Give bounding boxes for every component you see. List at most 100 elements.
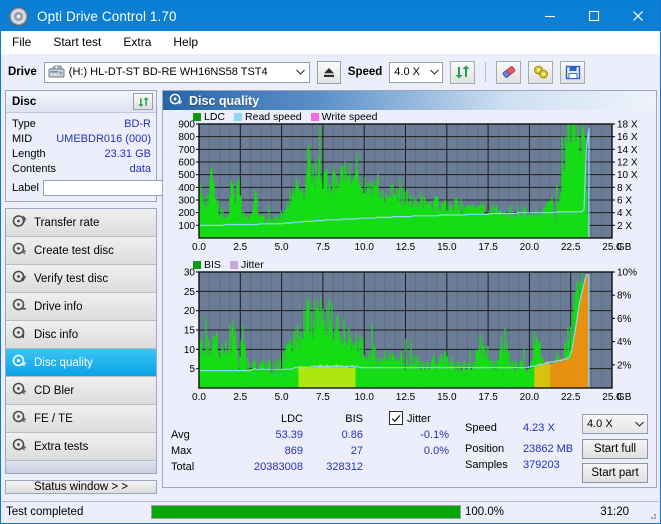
svg-text:25: 25 (184, 287, 196, 298)
sidebar-item-fe-te[interactable]: FE / TE (6, 405, 156, 433)
legend-label: LDC (204, 111, 226, 123)
drive-select[interactable]: (H:) HL-DT-ST BD-RE WH16NS58 TST4 (43, 61, 310, 83)
svg-text:10.0: 10.0 (354, 242, 374, 253)
refresh-icon (137, 96, 149, 107)
samples-stat-value: 379203 (523, 459, 560, 471)
ldc-chart-svg: 1002003004005006007008009002 X4 X6 X8 X1… (178, 120, 638, 254)
window-title: Opti Drive Control 1.70 (37, 8, 177, 24)
svg-text:8%: 8% (617, 291, 632, 302)
refresh-button[interactable] (450, 60, 476, 84)
svg-text:5.0: 5.0 (275, 392, 289, 403)
disc-quality-icon (169, 93, 183, 109)
sidebar-label: Create test disc (34, 244, 114, 257)
stats-max-ldc: 869 (284, 445, 303, 457)
disc-refresh-button[interactable] (133, 93, 153, 110)
sidebar-item-verify-test-disc[interactable]: Verify test disc (6, 265, 156, 293)
legend-swatch (310, 113, 319, 121)
svg-text:700: 700 (178, 145, 195, 156)
disc-quality-header: Disc quality (163, 91, 656, 110)
position-stat-value: 23862 MB (523, 443, 574, 455)
speed-label: Speed (347, 66, 383, 78)
legend-label: Read speed (245, 111, 302, 123)
cd-bler-icon (12, 382, 27, 399)
speed-stat-value: 4.23 X (523, 422, 555, 434)
svg-text:200: 200 (178, 208, 195, 219)
legend-label: BIS (204, 259, 221, 271)
result-speed-select[interactable]: 4.0 X (582, 414, 648, 434)
disc-row-contents: Contents data (12, 161, 151, 176)
start-part-button[interactable]: Start part (582, 463, 648, 483)
svg-text:7.5: 7.5 (316, 242, 330, 253)
save-button[interactable] (560, 60, 586, 84)
svg-text:0.0: 0.0 (192, 392, 206, 403)
svg-text:15.0: 15.0 (437, 392, 457, 403)
bulb-icon (533, 65, 548, 79)
speed-value: 4.0 X (394, 66, 420, 78)
menu-extra[interactable]: Extra (121, 33, 161, 51)
disc-length-key: Length (12, 147, 46, 160)
jitter-avg-value: -0.1% (420, 429, 449, 441)
erase-button[interactable] (496, 60, 522, 84)
svg-text:10: 10 (184, 345, 196, 356)
sidebar-item-disc-quality[interactable]: Disc quality (6, 349, 156, 377)
close-icon[interactable] (616, 1, 660, 31)
jitter-checkbox[interactable] (389, 411, 403, 426)
sidebar-item-create-test-disc[interactable]: Create test disc (6, 237, 156, 265)
stats-col-bis: BIS (345, 413, 363, 425)
stats-total-ldc: 20383008 (254, 461, 303, 473)
chevron-down-icon[interactable] (631, 421, 647, 427)
progress-fill (152, 506, 460, 518)
svg-text:2.5: 2.5 (233, 392, 247, 403)
svg-text:500: 500 (178, 170, 195, 181)
verify-disc-icon (12, 270, 27, 287)
svg-text:12 X: 12 X (617, 158, 638, 169)
svg-text:12.5: 12.5 (396, 242, 416, 253)
nav-filler (6, 461, 156, 473)
disc-quality-pane: Disc quality LDC Read speed Write speed 10… (162, 90, 657, 488)
disc-label-row: Label (12, 179, 250, 197)
menu-help[interactable]: Help (171, 33, 208, 51)
stats-row-total-label: Total (171, 461, 195, 473)
minimize-icon[interactable] (528, 1, 572, 31)
sidebar-item-drive-info[interactable]: Drive info (6, 293, 156, 321)
maximize-icon[interactable] (572, 1, 616, 31)
sidebar-item-disc-info[interactable]: Disc info (6, 321, 156, 349)
svg-text:17.5: 17.5 (478, 242, 498, 253)
sidebar-item-extra-tests[interactable]: Extra tests (6, 433, 156, 461)
sidebar-item-transfer-rate[interactable]: Transfer rate (6, 209, 156, 237)
disc-panel-header: Disc (6, 91, 156, 113)
svg-text:4 X: 4 X (617, 208, 632, 219)
legend-label: Jitter (240, 259, 264, 271)
resize-grip-icon[interactable] (645, 505, 659, 519)
disc-mid-key: MID (12, 132, 33, 145)
settings-button[interactable] (528, 60, 554, 84)
svg-text:17.5: 17.5 (478, 392, 498, 403)
speed-select[interactable]: 4.0 X (389, 61, 444, 83)
svg-text:20.0: 20.0 (520, 392, 540, 403)
status-window-button[interactable]: Status window > > (5, 480, 157, 494)
jitter-label: Jitter (407, 413, 431, 425)
svg-text:14 X: 14 X (617, 145, 638, 156)
eject-button[interactable] (316, 60, 341, 84)
svg-text:0.0: 0.0 (192, 242, 206, 253)
chevron-down-icon[interactable] (426, 69, 442, 75)
toolbar-separator (485, 62, 487, 82)
menu-file[interactable]: File (10, 33, 41, 51)
bis-chart-svg: 510152025302%4%6%8%10%0.0 2.5 5.0 7.5 10.0 12… (184, 268, 637, 404)
chevron-down-icon[interactable] (293, 69, 309, 75)
disc-info-icon (12, 326, 27, 343)
status-message: Test completed (6, 506, 84, 518)
svg-text:GB: GB (617, 242, 632, 253)
refresh-icon (455, 65, 470, 79)
sidebar-item-cd-bler[interactable]: CD Bler (6, 377, 156, 405)
svg-text:10.0: 10.0 (354, 392, 374, 403)
legend-entry: Write speed (310, 111, 378, 123)
disc-length-value: 23.31 GB (104, 147, 151, 160)
start-full-button[interactable]: Start full (582, 439, 648, 459)
menu-start-test[interactable]: Start test (51, 33, 111, 51)
svg-text:15: 15 (184, 326, 196, 337)
disc-row-type: Type BD-R (12, 116, 151, 131)
legend-entry: LDC (193, 111, 225, 123)
disc-contents-key: Contents (12, 162, 57, 175)
stats-avg-ldc: 53.39 (275, 429, 303, 441)
